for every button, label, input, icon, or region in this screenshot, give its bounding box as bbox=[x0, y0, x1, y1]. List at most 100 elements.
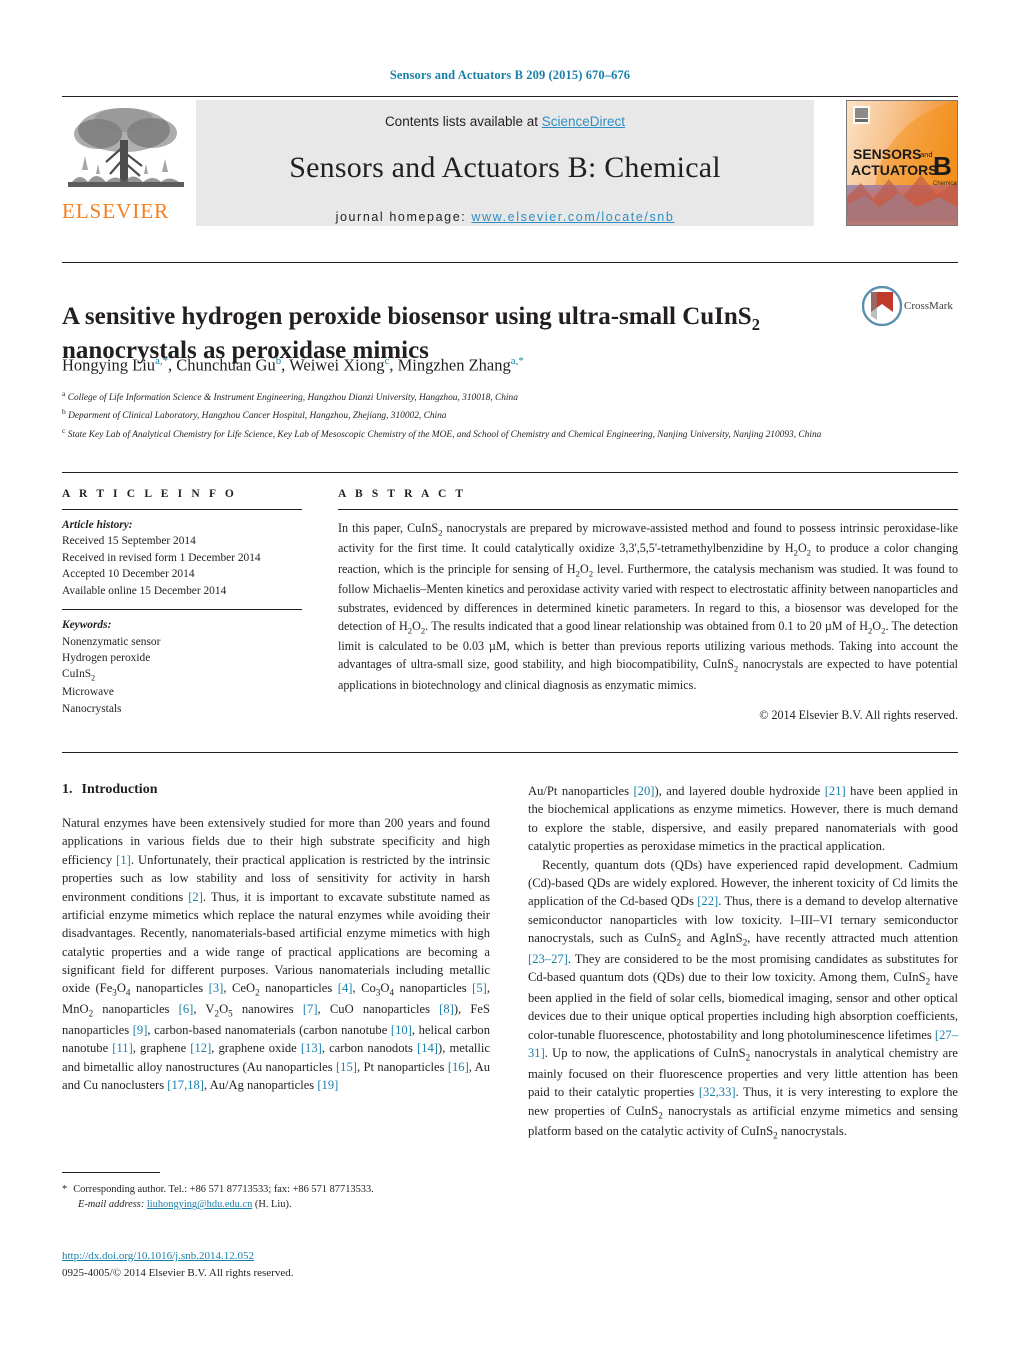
keyword-item: CuInS2 bbox=[62, 668, 96, 683]
keyword-item: Hydrogen peroxide bbox=[62, 651, 151, 664]
journal-banner: Contents lists available at ScienceDirec… bbox=[196, 100, 814, 226]
citation-ref[interactable]: [12] bbox=[190, 1041, 211, 1055]
affiliation-item: b Deparment of Clinical Laboratory, Hang… bbox=[62, 406, 942, 424]
affiliation-item: a College of Life Information Science & … bbox=[62, 388, 942, 406]
citation-ref[interactable]: [5] bbox=[472, 981, 487, 995]
contents-lists-label: Contents lists available at bbox=[384, 114, 542, 129]
affiliation-item: c State Key Lab of Analytical Chemistry … bbox=[62, 425, 942, 443]
elsevier-wordmark: ELSEVIER bbox=[62, 199, 170, 223]
author-affil-mark: b bbox=[275, 355, 282, 367]
citation-ref[interactable]: [9] bbox=[133, 1023, 148, 1037]
cover-b-letter: B bbox=[933, 151, 952, 181]
title-top-rule bbox=[62, 262, 958, 263]
title-line-1: A sensitive hydrogen peroxide biosensor … bbox=[62, 302, 752, 330]
footnote-email-label: E-mail address: bbox=[78, 1199, 145, 1211]
citation-ref[interactable]: [2] bbox=[188, 890, 203, 904]
citation-ref[interactable]: [15] bbox=[336, 1060, 357, 1074]
citation-ref[interactable]: [32,33] bbox=[699, 1085, 736, 1099]
running-head: Sensors and Actuators B 209 (2015) 670–6… bbox=[389, 68, 631, 82]
history-item: Available online 15 December 2014 bbox=[62, 584, 227, 597]
article-page: Sensors and Actuators B 209 (2015) 670–6… bbox=[0, 0, 1020, 1351]
author-affil-mark: a,* bbox=[155, 355, 169, 367]
intro-paragraph-right-2: Recently, quantum dots (QDs) have experi… bbox=[528, 857, 958, 1141]
affiliation-text: College of Life Information Science & In… bbox=[67, 393, 518, 404]
author-affil-mark: c bbox=[384, 355, 390, 367]
body-column-left: 1. Introduction Natural enzymes have been… bbox=[62, 782, 490, 1094]
history-item: Accepted 10 December 2014 bbox=[62, 568, 195, 581]
body-column-right: Au/Pt nanoparticles [20]), and layered d… bbox=[528, 782, 958, 1143]
keywords-label: Keywords: bbox=[62, 619, 112, 632]
cover-elsevier-mark bbox=[853, 106, 870, 124]
citation-ref[interactable]: [4] bbox=[338, 981, 353, 995]
title-subscript: 2 bbox=[751, 314, 760, 334]
citation-ref[interactable]: [11] bbox=[112, 1041, 133, 1055]
citation-ref[interactable]: [23–27] bbox=[528, 952, 568, 966]
abstract-copyright: © 2014 Elsevier B.V. All rights reserved… bbox=[759, 707, 958, 722]
keywords-block: Keywords: Nonenzymatic sensor Hydrogen p… bbox=[62, 617, 302, 717]
keyword-item: Microwave bbox=[62, 686, 114, 699]
affiliation-mark: b bbox=[62, 407, 66, 417]
citation-ref[interactable]: [27–31] bbox=[528, 1028, 958, 1060]
abstract-rule bbox=[338, 509, 958, 510]
citation-ref[interactable]: [20] bbox=[633, 784, 654, 798]
section-title: Introduction bbox=[81, 782, 158, 797]
affiliation-text: State Key Lab of Analytical Chemistry fo… bbox=[67, 429, 822, 440]
journal-title: Sensors and Actuators B: Chemical bbox=[289, 151, 721, 184]
issn-copyright-line: 0925-4005/© 2014 Elsevier B.V. All right… bbox=[62, 1266, 294, 1279]
citation-ref[interactable]: [6] bbox=[179, 1002, 194, 1016]
elsevier-tree-icon bbox=[68, 108, 184, 187]
intro-paragraph-left: Natural enzymes have been extensively st… bbox=[62, 816, 491, 1093]
author-list: Hongying Liua,*, Chunchuan Gub, Weiwei X… bbox=[62, 355, 524, 375]
abstract-heading: A B S T R A C T bbox=[338, 488, 467, 500]
citation-ref[interactable]: [8] bbox=[439, 1002, 454, 1016]
article-info-heading: A R T I C L E I N F O bbox=[62, 488, 237, 500]
intro-paragraph-right-1: Au/Pt nanoparticles [20]), and layered d… bbox=[528, 784, 958, 854]
citation-ref[interactable]: [14] bbox=[417, 1041, 438, 1055]
citation-ref[interactable]: [10] bbox=[391, 1023, 412, 1037]
cover-actuators-text: ACTUATORS bbox=[851, 162, 938, 178]
crossmark-label: CrossMark bbox=[904, 300, 953, 312]
citation-ref[interactable]: [17,18] bbox=[167, 1078, 204, 1092]
footnote-email-owner: (H. Liu). bbox=[254, 1199, 292, 1211]
citation-ref[interactable]: [16] bbox=[448, 1060, 469, 1074]
crossmark-badge[interactable]: CrossMark bbox=[861, 285, 958, 332]
affiliation-list: a College of Life Information Science & … bbox=[62, 388, 942, 443]
footnote-corresponding-text: Corresponding author. Tel.: +86 571 8771… bbox=[73, 1184, 374, 1195]
cover-sensors-text: SENSORS bbox=[853, 146, 921, 162]
footnote-star: * bbox=[62, 1184, 68, 1195]
footnote-email-line: E-mail address: liuhongying@hdu.edu.cn (… bbox=[62, 1197, 490, 1212]
history-item: Received 15 September 2014 bbox=[62, 535, 196, 548]
section-number: 1. bbox=[62, 782, 73, 797]
corresponding-author-footnote: * Corresponding author. Tel.: +86 571 877… bbox=[62, 1182, 490, 1212]
cover-artwork: SENSORS and ACTUATORS B Chemical bbox=[847, 101, 957, 225]
doi-link[interactable]: http://dx.doi.org/10.1016/j.snb.2014.12.… bbox=[62, 1250, 254, 1262]
abstract-text: In this paper, CuInS2 nanocrystals are p… bbox=[338, 521, 958, 692]
author-name: Hongying Liu bbox=[62, 355, 156, 375]
citation-ref[interactable]: [7] bbox=[303, 1002, 318, 1016]
corresponding-email-link[interactable]: liuhongying@hdu.edu.cn bbox=[147, 1199, 252, 1210]
masthead-top-rule bbox=[62, 96, 958, 97]
keyword-item: Nonenzymatic sensor bbox=[62, 635, 161, 648]
affiliation-text: Deparment of Clinical Laboratory, Hangzh… bbox=[68, 411, 447, 422]
info-band-bottom-rule bbox=[62, 752, 958, 753]
abstract-block: A B S T R A C T In this paper, CuInS2 na… bbox=[338, 488, 958, 723]
cover-chemical-text: Chemical bbox=[933, 181, 957, 187]
citation-ref[interactable]: [13] bbox=[301, 1041, 322, 1055]
author-name: Weiwei Xiong bbox=[289, 355, 385, 375]
sciencedirect-link[interactable]: ScienceDirect bbox=[542, 114, 625, 129]
article-history: Article history: Received 15 September 2… bbox=[62, 517, 302, 599]
citation-ref[interactable]: [1] bbox=[116, 853, 131, 867]
homepage-url-link[interactable]: www.elsevier.com/locate/snb bbox=[471, 210, 674, 224]
citation-ref[interactable]: [19] bbox=[317, 1078, 338, 1092]
elsevier-logo: ELSEVIER bbox=[62, 100, 190, 226]
journal-homepage-line: journal homepage: www.elsevier.com/locat… bbox=[196, 210, 814, 224]
section-heading-introduction: 1. Introduction bbox=[62, 782, 490, 798]
author-affil-mark: a,* bbox=[510, 355, 524, 367]
citation-ref[interactable]: [3] bbox=[209, 981, 224, 995]
article-info-rule bbox=[62, 509, 302, 510]
crossmark-icon bbox=[861, 285, 903, 327]
article-history-label: Article history: bbox=[62, 519, 133, 531]
journal-masthead: ELSEVIER Contents lists available at Sci… bbox=[62, 98, 958, 228]
citation-ref[interactable]: [22] bbox=[697, 894, 718, 908]
citation-ref[interactable]: [21] bbox=[825, 784, 846, 798]
